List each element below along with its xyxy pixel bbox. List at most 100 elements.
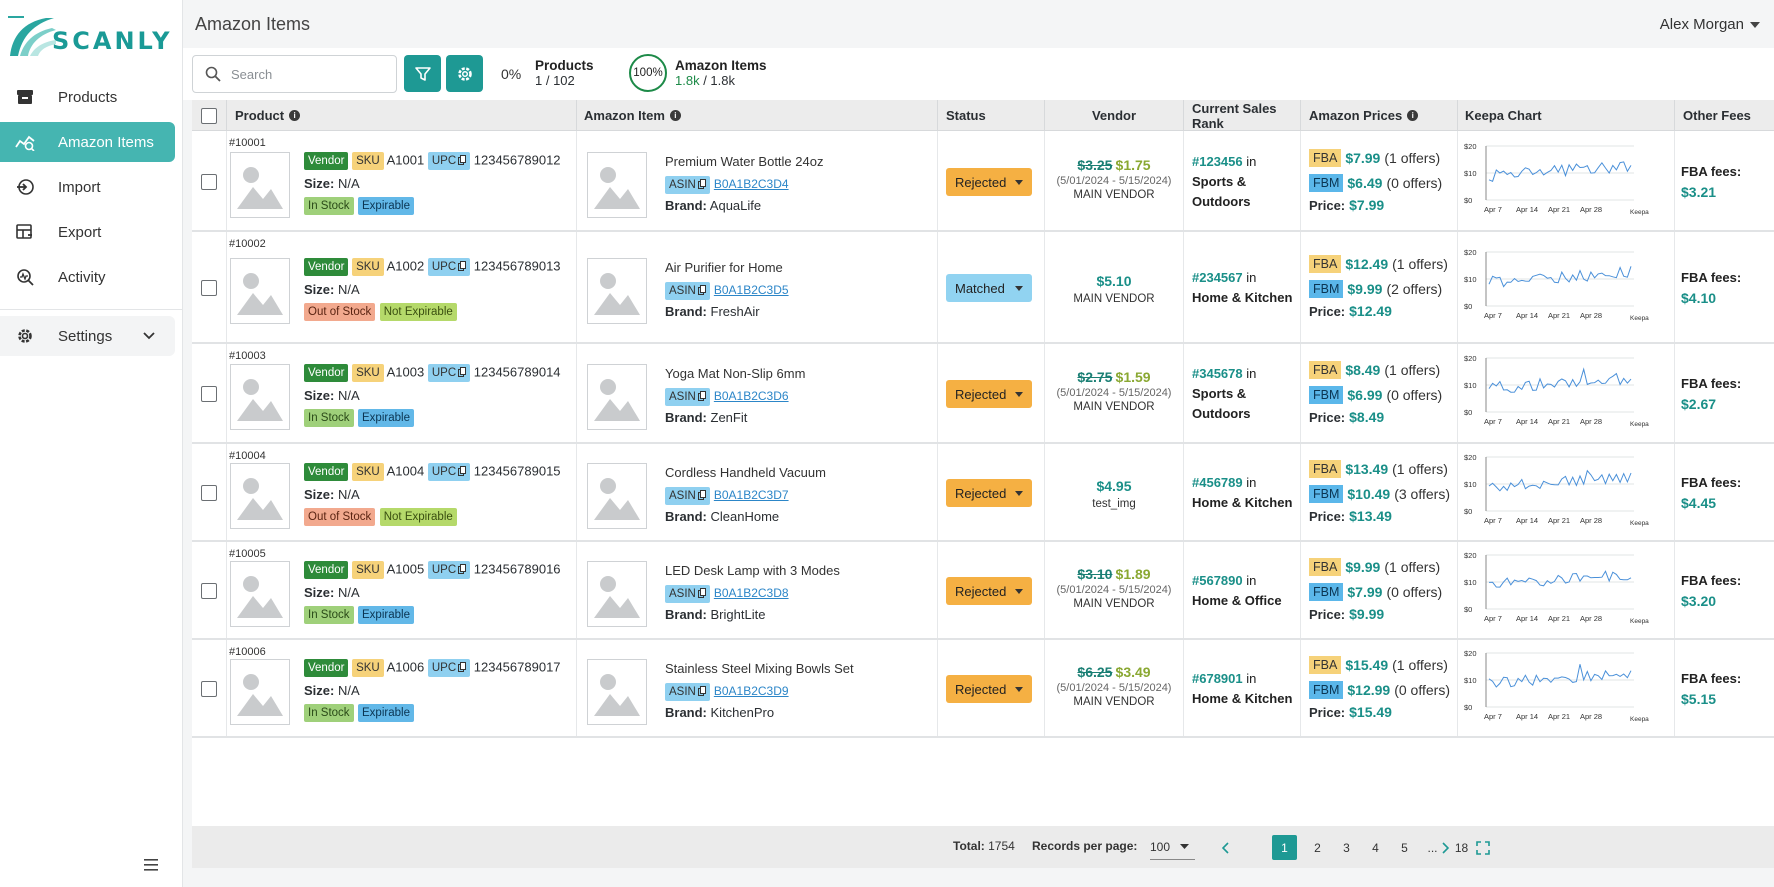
sidebar-item-settings[interactable]: Settings bbox=[0, 316, 175, 356]
copy-icon[interactable] bbox=[458, 155, 467, 165]
copy-icon[interactable] bbox=[458, 466, 467, 476]
copy-icon[interactable] bbox=[458, 564, 467, 574]
product-image[interactable] bbox=[230, 561, 290, 627]
copy-icon[interactable] bbox=[697, 179, 706, 189]
keepa-chart[interactable]: $20 $10 $0 Apr 7 Apr 14 Apr 21 Apr 28 Keepa bbox=[1462, 645, 1652, 733]
copy-icon[interactable] bbox=[697, 686, 706, 696]
amazon-item-title[interactable]: Cordless Handheld Vacuum bbox=[665, 465, 826, 480]
product-image[interactable] bbox=[230, 463, 290, 529]
fullscreen-button[interactable] bbox=[1470, 835, 1495, 860]
product-size: Size: N/A bbox=[304, 176, 360, 191]
sales-rank-link[interactable]: #567890 bbox=[1192, 573, 1243, 588]
page-button-4[interactable]: 4 bbox=[1363, 835, 1388, 860]
copy-icon[interactable] bbox=[697, 391, 706, 401]
info-icon[interactable]: i bbox=[669, 110, 681, 121]
sales-rank-link[interactable]: #123456 bbox=[1192, 154, 1243, 169]
sales-rank-link[interactable]: #345678 bbox=[1192, 366, 1243, 381]
info-icon[interactable]: i bbox=[1407, 110, 1419, 121]
col-keepa-chart[interactable]: Keepa Chart bbox=[1458, 100, 1675, 131]
fba-fees-value: $5.15 bbox=[1681, 691, 1717, 707]
stock-badge: In Stock bbox=[304, 704, 354, 722]
price-label: Price: bbox=[1309, 606, 1346, 622]
copy-icon[interactable] bbox=[458, 367, 467, 377]
keepa-chart[interactable]: $20 $10 $0 Apr 7 Apr 14 Apr 21 Apr 28 Keepa bbox=[1462, 449, 1652, 537]
scanly-logo[interactable]: SCANLY bbox=[6, 14, 176, 60]
copy-icon[interactable] bbox=[697, 588, 706, 598]
row-checkbox[interactable] bbox=[201, 174, 217, 190]
col-vendor[interactable]: Vendor bbox=[1045, 100, 1184, 131]
copy-icon[interactable] bbox=[458, 662, 467, 672]
sidebar-item-export[interactable]: Export bbox=[0, 212, 175, 252]
amazon-item-title[interactable]: Premium Water Bottle 24oz bbox=[665, 154, 823, 169]
product-image[interactable] bbox=[230, 152, 290, 218]
copy-icon[interactable] bbox=[697, 490, 706, 500]
app-name: SCANLY bbox=[52, 27, 173, 55]
amazon-item-title[interactable]: Stainless Steel Mixing Bowls Set bbox=[665, 661, 854, 676]
product-image[interactable] bbox=[230, 258, 290, 324]
search-input[interactable]: Search bbox=[192, 55, 397, 93]
select-all-checkbox[interactable] bbox=[201, 107, 217, 124]
page-button-3[interactable]: 3 bbox=[1334, 835, 1359, 860]
status-dropdown[interactable]: Matched bbox=[946, 274, 1032, 302]
next-page-button[interactable] bbox=[1432, 835, 1457, 860]
settings-button[interactable] bbox=[446, 55, 483, 92]
keepa-chart[interactable]: $20 $10 $0 Apr 7 Apr 14 Apr 21 Apr 28 Keepa bbox=[1462, 138, 1652, 226]
status-dropdown[interactable]: Rejected bbox=[946, 168, 1032, 196]
col-amazon-item[interactable]: Amazon Item i bbox=[577, 100, 938, 131]
sidebar-item-activity[interactable]: Activity bbox=[0, 257, 175, 297]
copy-icon[interactable] bbox=[458, 261, 467, 271]
asin-link[interactable]: B0A1B2C3D4 bbox=[714, 177, 789, 191]
status-dropdown[interactable]: Rejected bbox=[946, 479, 1032, 507]
sales-rank-link[interactable]: #456789 bbox=[1192, 475, 1243, 490]
product-image[interactable] bbox=[230, 364, 290, 430]
keepa-chart[interactable]: $20 $10 $0 Apr 7 Apr 14 Apr 21 Apr 28 Keepa bbox=[1462, 547, 1652, 635]
amazon-item-image[interactable] bbox=[587, 364, 647, 430]
amazon-item-title[interactable]: LED Desk Lamp with 3 Modes bbox=[665, 563, 840, 578]
prev-page-button[interactable] bbox=[1213, 835, 1238, 860]
col-amazon-prices[interactable]: Amazon Prices i bbox=[1301, 100, 1458, 131]
info-icon[interactable]: i bbox=[289, 110, 301, 121]
page-button-5[interactable]: 5 bbox=[1392, 835, 1417, 860]
row-checkbox[interactable] bbox=[201, 681, 217, 697]
amazon-item-image[interactable] bbox=[587, 258, 647, 324]
col-product[interactable]: Product i bbox=[227, 100, 577, 131]
amazon-item-title[interactable]: Yoga Mat Non-Slip 6mm bbox=[665, 366, 805, 381]
filter-button[interactable] bbox=[404, 55, 441, 92]
col-sales-rank[interactable]: Current Sales Rank bbox=[1184, 100, 1301, 131]
page-button-1[interactable]: 1 bbox=[1272, 835, 1297, 860]
asin-link[interactable]: B0A1B2C3D8 bbox=[714, 586, 789, 600]
asin-link[interactable]: B0A1B2C3D5 bbox=[714, 283, 789, 297]
sidebar-item-products[interactable]: Products bbox=[0, 77, 175, 117]
row-checkbox[interactable] bbox=[201, 583, 217, 599]
records-per-page-select[interactable]: 100 bbox=[1150, 834, 1195, 860]
col-other-fees[interactable]: Other Fees bbox=[1675, 100, 1774, 131]
page-button-2[interactable]: 2 bbox=[1305, 835, 1330, 860]
asin-link[interactable]: B0A1B2C3D9 bbox=[714, 684, 789, 698]
status-dropdown[interactable]: Rejected bbox=[946, 380, 1032, 408]
status-dropdown[interactable]: Rejected bbox=[946, 577, 1032, 605]
sidebar-item-import[interactable]: Import bbox=[0, 167, 175, 207]
asin-link[interactable]: B0A1B2C3D6 bbox=[714, 389, 789, 403]
status-dropdown[interactable]: Rejected bbox=[946, 675, 1032, 703]
sales-rank-link[interactable]: #234567 bbox=[1192, 270, 1243, 285]
amazon-item-image[interactable] bbox=[587, 463, 647, 529]
chevron-down-icon bbox=[143, 327, 155, 344]
keepa-chart[interactable]: $20 $10 $0 Apr 7 Apr 14 Apr 21 Apr 28 Keepa bbox=[1462, 244, 1652, 332]
copy-icon[interactable] bbox=[697, 285, 706, 295]
sidebar-item-amazon-items[interactable]: Amazon Items bbox=[0, 122, 175, 162]
amazon-item-image[interactable] bbox=[587, 152, 647, 218]
amazon-item-image[interactable] bbox=[587, 659, 647, 725]
product-image[interactable] bbox=[230, 659, 290, 725]
row-checkbox[interactable] bbox=[201, 485, 217, 501]
fba-offers: (1 offers) bbox=[1384, 362, 1441, 378]
col-status[interactable]: Status bbox=[938, 100, 1045, 131]
user-menu[interactable]: Alex Morgan bbox=[1660, 16, 1760, 33]
sales-rank-link[interactable]: #678901 bbox=[1192, 671, 1243, 686]
amazon-item-image[interactable] bbox=[587, 561, 647, 627]
amazon-item-title[interactable]: Air Purifier for Home bbox=[665, 260, 783, 275]
row-checkbox[interactable] bbox=[201, 280, 217, 296]
row-checkbox[interactable] bbox=[201, 386, 217, 402]
asin-link[interactable]: B0A1B2C3D7 bbox=[714, 488, 789, 502]
menu-collapse-icon[interactable] bbox=[144, 858, 158, 871]
keepa-chart[interactable]: $20 $10 $0 Apr 7 Apr 14 Apr 21 Apr 28 Keepa bbox=[1462, 350, 1652, 438]
